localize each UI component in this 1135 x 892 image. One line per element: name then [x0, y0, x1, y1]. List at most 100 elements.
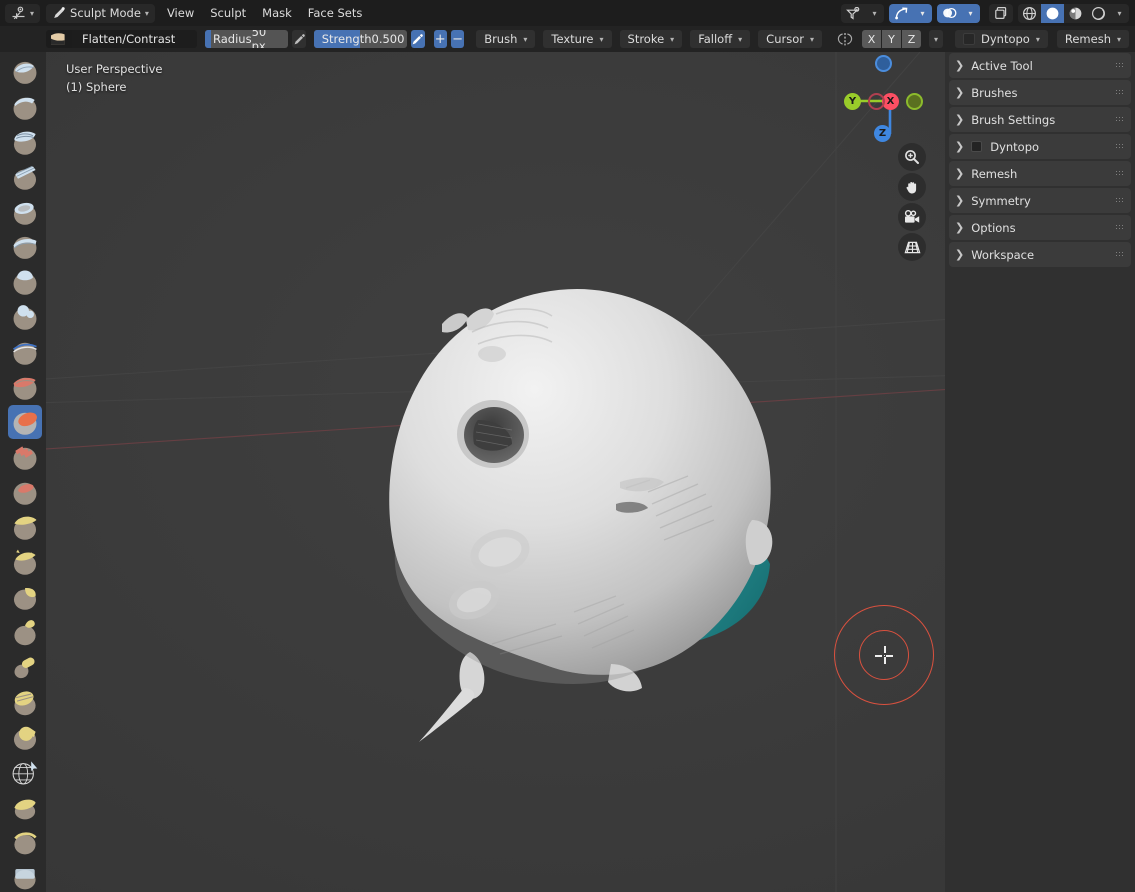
tool-clay-thumb[interactable] [8, 195, 42, 229]
falloff-popover[interactable]: Falloff ▾ [690, 30, 751, 48]
panel-drag-grip[interactable] [1115, 143, 1124, 150]
tool-clay[interactable] [8, 125, 42, 159]
tool-blob[interactable] [8, 300, 42, 334]
cursor-popover[interactable]: Cursor ▾ [758, 30, 822, 48]
panel-drag-grip[interactable] [1115, 170, 1124, 177]
panel-brush-settings[interactable]: ❯ Brush Settings [949, 107, 1131, 132]
dyntopo-checkbox[interactable] [963, 33, 976, 45]
tool-slide-relax[interactable] [8, 790, 42, 824]
tool-flatten[interactable] [8, 405, 42, 439]
properties-sidebar[interactable]: ❯ Active Tool ❯ Brushes ❯ Brush Settings ❯ Dynt… [945, 52, 1135, 892]
visibility-filter-chevron[interactable]: ▾ [865, 3, 884, 23]
shading-wireframe-icon[interactable] [1018, 3, 1041, 23]
panel-options[interactable]: ❯ Options [949, 215, 1131, 240]
active-brush-selector[interactable]: Flatten/Contrast [46, 30, 197, 48]
overlays-icon[interactable] [937, 3, 961, 23]
panel-drag-grip[interactable] [1115, 197, 1124, 204]
panel-label: Active Tool [971, 58, 1033, 73]
radius-pressure-toggle[interactable] [292, 30, 306, 48]
object-visibility-group[interactable]: ▾ [841, 3, 884, 23]
tool-draw-sharp[interactable] [8, 90, 42, 124]
panel-brushes[interactable]: ❯ Brushes [949, 80, 1131, 105]
panel-drag-grip[interactable] [1115, 224, 1124, 231]
panel-drag-grip[interactable] [1115, 116, 1124, 123]
tool-pose[interactable] [8, 685, 42, 719]
strength-slider[interactable]: Strength 0.500 [313, 30, 408, 48]
shading-mode-group[interactable]: ▾ [1018, 3, 1129, 23]
symmetry-axis-y[interactable]: Y [882, 30, 901, 48]
shading-rendered-icon[interactable] [1087, 3, 1110, 23]
show-overlays-chevron[interactable]: ▾ [961, 3, 980, 23]
sculpt-tool-bar[interactable] [0, 52, 46, 892]
panel-active-tool[interactable]: ❯ Active Tool [949, 53, 1131, 78]
toggle-perspective-button[interactable] [898, 233, 926, 261]
tool-elastic-deform[interactable] [8, 580, 42, 614]
viewport-header[interactable]: ▾ Sculpt Mode ▾ View Sculpt Mask Face Se… [0, 0, 1135, 26]
brush-popover[interactable]: Brush ▾ [476, 30, 536, 48]
radius-slider[interactable]: Radius 50 px [205, 30, 289, 48]
strength-pressure-toggle[interactable] [411, 30, 425, 48]
tool-clay-strips[interactable] [8, 160, 42, 194]
remesh-popover[interactable]: Remesh ▾ [1056, 30, 1129, 48]
shading-chevron[interactable]: ▾ [1110, 3, 1129, 23]
mode-selector-button[interactable]: Sculpt Mode ▾ [46, 3, 155, 23]
tool-crease[interactable] [8, 335, 42, 369]
panel-remesh[interactable]: ❯ Remesh [949, 161, 1131, 186]
tool-grab[interactable] [8, 545, 42, 579]
tool-inflate[interactable] [8, 265, 42, 299]
menu-view[interactable]: View [159, 4, 202, 23]
symmetry-axis-group[interactable]: X Y Z [862, 30, 921, 48]
panel-symmetry[interactable]: ❯ Symmetry [949, 188, 1131, 213]
tool-simplify[interactable] [8, 825, 42, 859]
menu-mask[interactable]: Mask [254, 4, 300, 23]
panel-workspace[interactable]: ❯ Workspace [949, 242, 1131, 267]
tool-thumb[interactable] [8, 650, 42, 684]
tool-pinch[interactable] [8, 510, 42, 544]
panel-drag-grip[interactable] [1115, 251, 1124, 258]
chevron-right-icon: ❯ [955, 113, 965, 126]
symmetry-popover[interactable]: ▾ [929, 30, 944, 48]
show-overlays-group[interactable]: ▾ [937, 3, 980, 23]
symmetry-axis-x[interactable]: X [862, 30, 881, 48]
editor-type-3dviewport-icon [11, 6, 26, 20]
brush-popover-label: Brush [484, 32, 518, 46]
symmetry-axis-z[interactable]: Z [902, 30, 921, 48]
camera-view-button[interactable] [898, 203, 926, 231]
panel-dyntopo-checkbox[interactable] [971, 141, 983, 152]
tool-layer[interactable] [8, 230, 42, 264]
brush-direction-add[interactable]: + [433, 30, 447, 48]
tool-draw[interactable] [8, 55, 42, 89]
tool-smooth[interactable] [8, 370, 42, 404]
shading-solid-icon[interactable] [1041, 3, 1064, 23]
shading-material-icon[interactable] [1064, 3, 1087, 23]
tool-scrape[interactable] [8, 475, 42, 509]
tool-fill[interactable] [8, 440, 42, 474]
show-gizmo-chevron[interactable]: ▾ [913, 3, 932, 23]
dyntopo-popover[interactable]: Dyntopo ▾ [955, 30, 1048, 48]
pan-viewport-button[interactable] [898, 173, 926, 201]
brush-slide-relax-icon [10, 792, 40, 822]
editor-type-button[interactable]: ▾ [5, 3, 41, 23]
panel-drag-grip[interactable] [1115, 62, 1124, 69]
panel-drag-grip[interactable] [1115, 89, 1124, 96]
mode-label: Sculpt Mode [70, 6, 141, 20]
visibility-filter-icon[interactable] [841, 3, 865, 23]
texture-popover[interactable]: Texture ▾ [543, 30, 612, 48]
menu-sculpt[interactable]: Sculpt [202, 4, 254, 23]
show-gizmo-group[interactable]: ▾ [889, 3, 932, 23]
tool-rotate[interactable] [8, 755, 42, 789]
tool-settings-header[interactable]: Flatten/Contrast Radius 50 px Strength 0… [0, 26, 1135, 52]
menu-face-sets[interactable]: Face Sets [300, 4, 371, 23]
xray-icon[interactable] [989, 3, 1013, 23]
brush-mask-icon [10, 862, 40, 892]
tool-snake-hook[interactable] [8, 615, 42, 649]
panel-dyntopo[interactable]: ❯ Dyntopo [949, 134, 1131, 159]
stroke-popover[interactable]: Stroke ▾ [619, 30, 683, 48]
gizmo-icon[interactable] [889, 3, 913, 23]
chevron-down-icon: ▾ [523, 35, 528, 44]
tool-nudge[interactable] [8, 720, 42, 754]
tool-mask[interactable] [8, 860, 42, 892]
zoom-viewport-button[interactable] [898, 143, 926, 171]
brush-name-label[interactable]: Flatten/Contrast [72, 30, 197, 48]
brush-direction-subtract[interactable]: − [450, 30, 465, 48]
